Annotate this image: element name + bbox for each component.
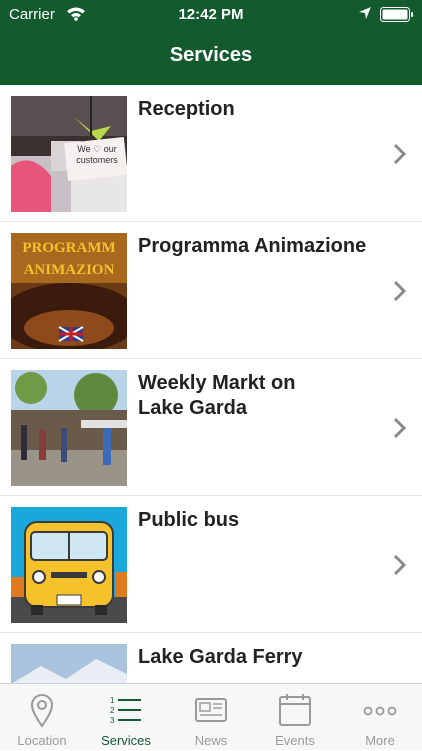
list-item-public-bus[interactable]: Public bus — [0, 496, 422, 633]
tab-events[interactable]: Events — [253, 684, 337, 751]
tab-label: More — [365, 733, 395, 748]
list-item-lake-garda-ferry[interactable]: Lake Garda Ferry — [0, 633, 422, 683]
status-bar: Carrier 12:42 PM — [0, 0, 422, 30]
chevron-right-icon — [393, 417, 407, 439]
animazione-thumbnail-text: PROGRAMM ANIMAZION — [22, 240, 116, 278]
page-title: Services — [169, 44, 253, 66]
reception-thumbnail-text: We ♡ our customers — [76, 144, 118, 165]
tab-bar: Location 1 2 3 Services News Events More — [0, 683, 422, 750]
map-pin-icon — [30, 694, 54, 728]
chevron-right-icon — [393, 280, 407, 302]
battery-icon — [380, 7, 413, 22]
tab-news[interactable]: News — [169, 684, 253, 751]
svg-text:3: 3 — [110, 716, 115, 725]
svg-text:2: 2 — [110, 706, 115, 715]
list-item-programma-animazione[interactable]: PROGRAMM ANIMAZION Programma Animazione — [0, 222, 422, 359]
more-dots-icon — [363, 706, 397, 716]
list-item-title: Programma Animazione — [138, 235, 367, 257]
list-item-title: Weekly Markt on Lake Garda — [138, 372, 296, 419]
ferry-thumbnail — [11, 644, 127, 683]
tab-label: News — [194, 733, 228, 748]
reception-thumbnail: We ♡ our customers — [11, 96, 127, 212]
tab-location[interactable]: Location — [0, 684, 84, 751]
svg-text:1: 1 — [110, 696, 115, 705]
tab-label: Events — [275, 733, 315, 748]
tab-services[interactable]: 1 2 3 Services — [84, 684, 168, 751]
chevron-right-icon — [393, 143, 407, 165]
bus-thumbnail — [11, 507, 127, 623]
list-item-title: Reception — [138, 98, 235, 120]
tab-label: Services — [101, 733, 151, 748]
list-item-reception[interactable]: We ♡ our customers Reception — [0, 85, 422, 222]
nav-header: Carrier 12:42 PM Services — [0, 0, 422, 85]
animazione-thumbnail: PROGRAMM ANIMAZION — [11, 233, 127, 349]
list-item-title: Lake Garda Ferry — [138, 646, 303, 668]
location-arrow-icon — [359, 7, 371, 19]
services-list: We ♡ our customers Reception PROGRAMM AN… — [0, 85, 422, 683]
tab-label: Location — [17, 733, 67, 748]
list-item-weekly-markt[interactable]: Weekly Markt on Lake Garda — [0, 359, 422, 496]
tab-more[interactable]: More — [338, 684, 422, 751]
market-thumbnail — [11, 370, 127, 486]
newspaper-icon — [195, 698, 227, 722]
calendar-icon — [279, 694, 311, 726]
numbered-list-icon: 1 2 3 — [110, 696, 141, 725]
chevron-right-icon — [393, 554, 407, 576]
list-item-title: Public bus — [138, 509, 240, 531]
